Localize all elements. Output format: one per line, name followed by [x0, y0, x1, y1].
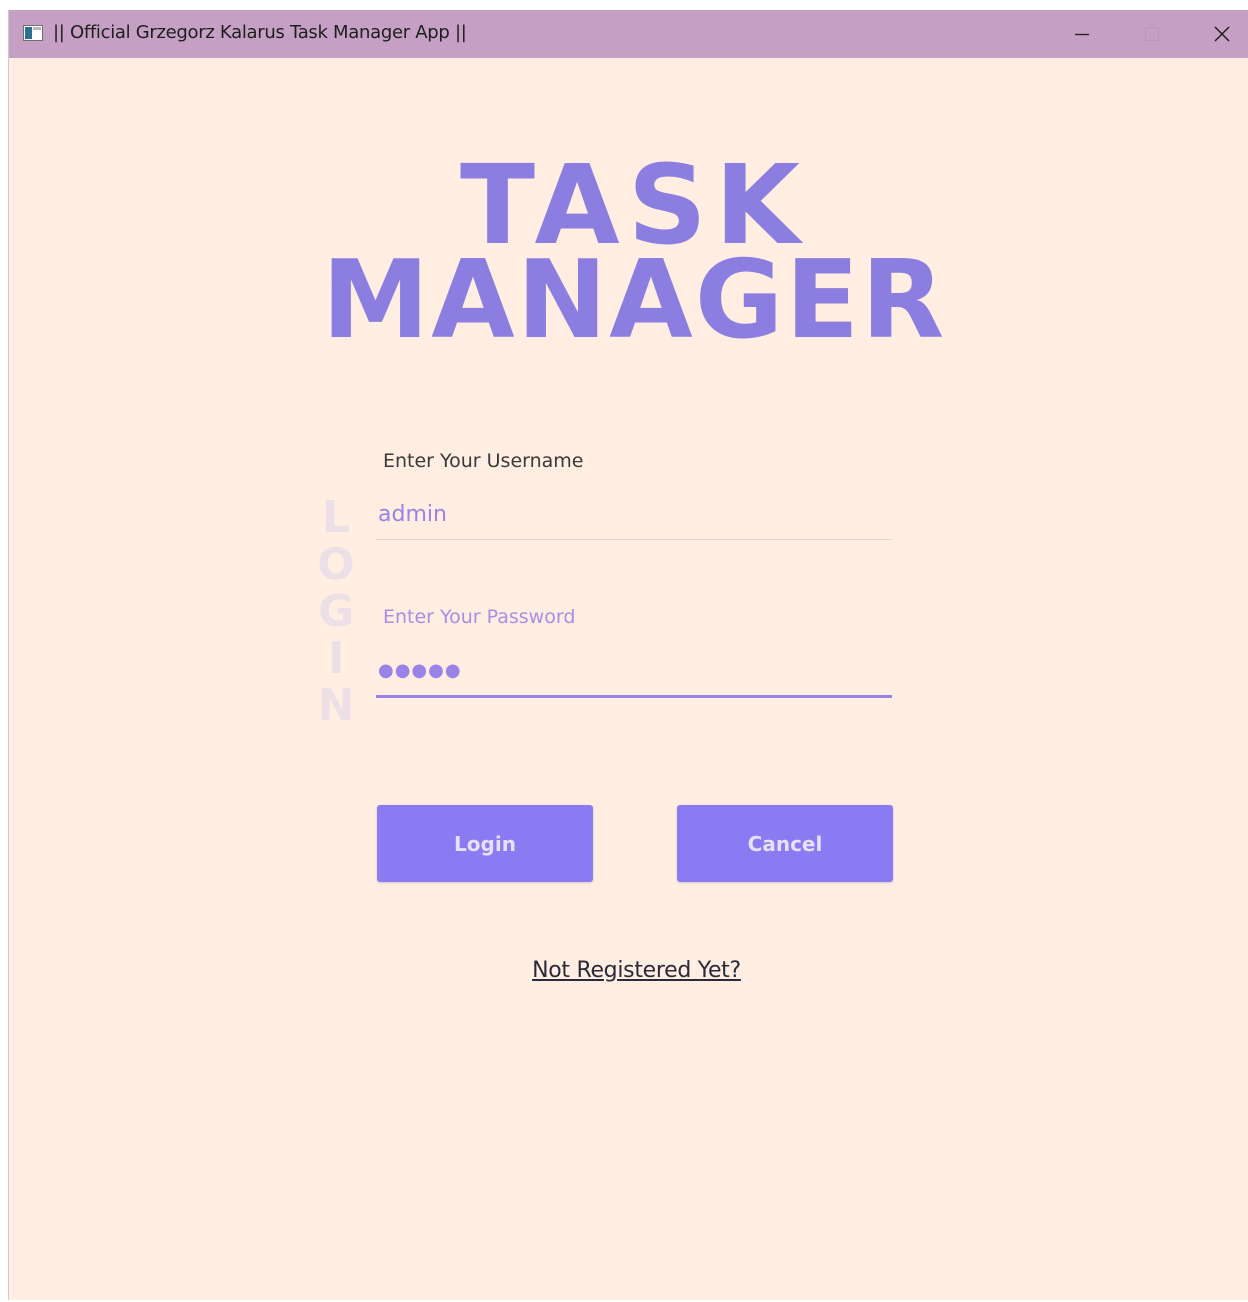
- login-button[interactable]: Login: [377, 805, 593, 882]
- window-title: || Official Grzegorz Kalarus Task Manage…: [53, 22, 467, 43]
- watermark-letter: O: [317, 539, 355, 590]
- maximize-icon: [1145, 27, 1159, 41]
- register-link[interactable]: Not Registered Yet?: [9, 958, 1248, 983]
- app-window: || Official Grzegorz Kalarus Task Manage…: [8, 10, 1248, 1300]
- watermark-letter: I: [327, 633, 345, 684]
- watermark-letter: N: [317, 680, 355, 731]
- maximize-button[interactable]: [1117, 10, 1187, 58]
- app-icon: [23, 25, 43, 41]
- password-label: Enter Your Password: [383, 606, 576, 628]
- watermark-letter: L: [321, 492, 351, 543]
- password-input[interactable]: ●●●●●: [376, 658, 892, 698]
- logo-line-manager: MANAGER: [321, 238, 947, 363]
- login-watermark: L O G I N: [311, 494, 361, 729]
- title-bar[interactable]: || Official Grzegorz Kalarus Task Manage…: [9, 10, 1248, 58]
- username-input[interactable]: admin: [376, 500, 892, 540]
- watermark-letter: G: [317, 586, 355, 637]
- minimize-button[interactable]: [1047, 10, 1117, 58]
- app-logo: TASK MANAGER: [289, 150, 979, 360]
- minimize-icon: [1075, 33, 1089, 36]
- username-value: admin: [378, 502, 447, 527]
- close-icon: [1214, 26, 1230, 42]
- username-label: Enter Your Username: [383, 450, 584, 472]
- close-button[interactable]: [1187, 10, 1248, 58]
- password-value: ●●●●●: [378, 660, 462, 681]
- cancel-button[interactable]: Cancel: [677, 805, 893, 882]
